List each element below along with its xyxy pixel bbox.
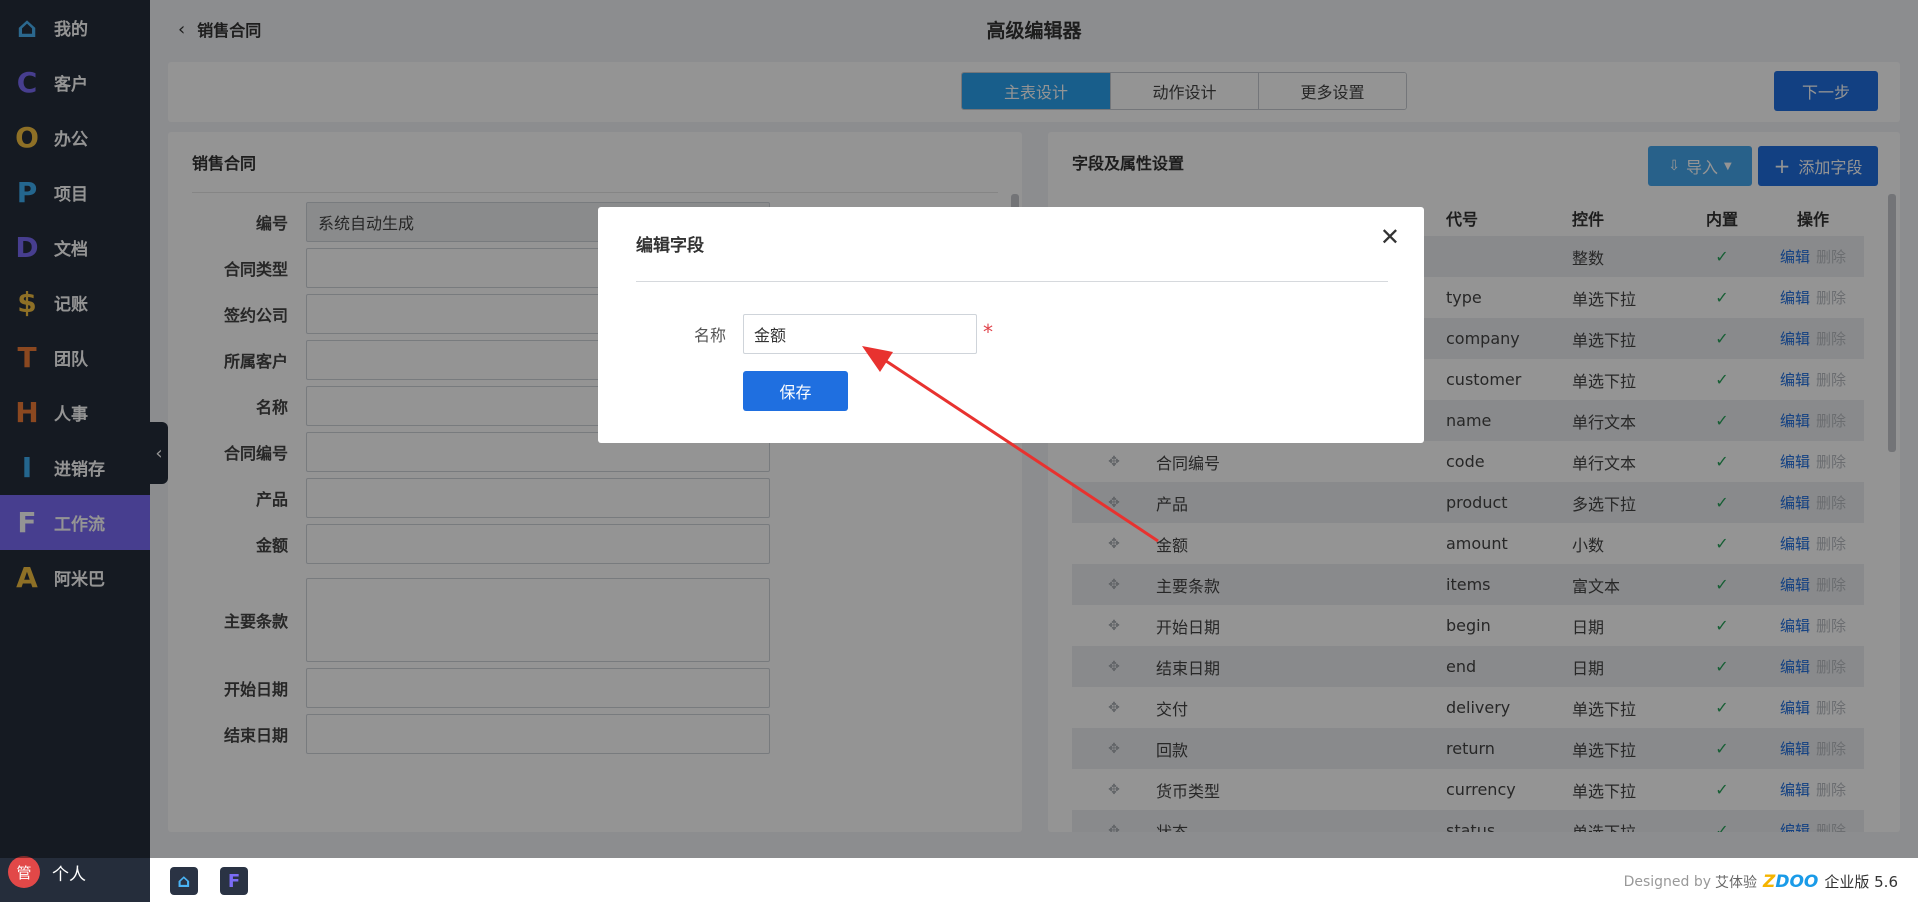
save-button[interactable]: 保存 bbox=[743, 371, 848, 411]
user-label: 个人 bbox=[52, 864, 86, 885]
zdoo-logo: ZDOO bbox=[1763, 871, 1819, 892]
close-icon[interactable]: ✕ bbox=[1380, 223, 1400, 251]
divider bbox=[636, 281, 1388, 282]
designer-brand[interactable]: 艾体验 bbox=[1715, 872, 1757, 892]
bottom-bar: ⌂ F Designed by 艾体验 ZDOO 企业版 5.6 bbox=[150, 858, 1918, 902]
designed-by-text: Designed by bbox=[1623, 873, 1712, 890]
workflow-app-icon[interactable]: F bbox=[220, 867, 248, 895]
name-label: 名称 bbox=[694, 326, 727, 345]
edition-text: 企业版 5.6 bbox=[1824, 873, 1898, 891]
home-app-icon[interactable]: ⌂ bbox=[170, 867, 198, 895]
avatar: 管 bbox=[8, 856, 40, 888]
user-menu[interactable]: 管 个人 bbox=[8, 856, 86, 888]
footer: Designed by 艾体验 ZDOO 企业版 5.6 bbox=[1624, 871, 1898, 892]
edit-field-dialog: 编辑字段 ✕ 名称 * 保存 bbox=[598, 207, 1424, 443]
name-field[interactable] bbox=[743, 314, 977, 354]
required-mark: * bbox=[983, 320, 993, 344]
dialog-title: 编辑字段 bbox=[636, 236, 704, 256]
